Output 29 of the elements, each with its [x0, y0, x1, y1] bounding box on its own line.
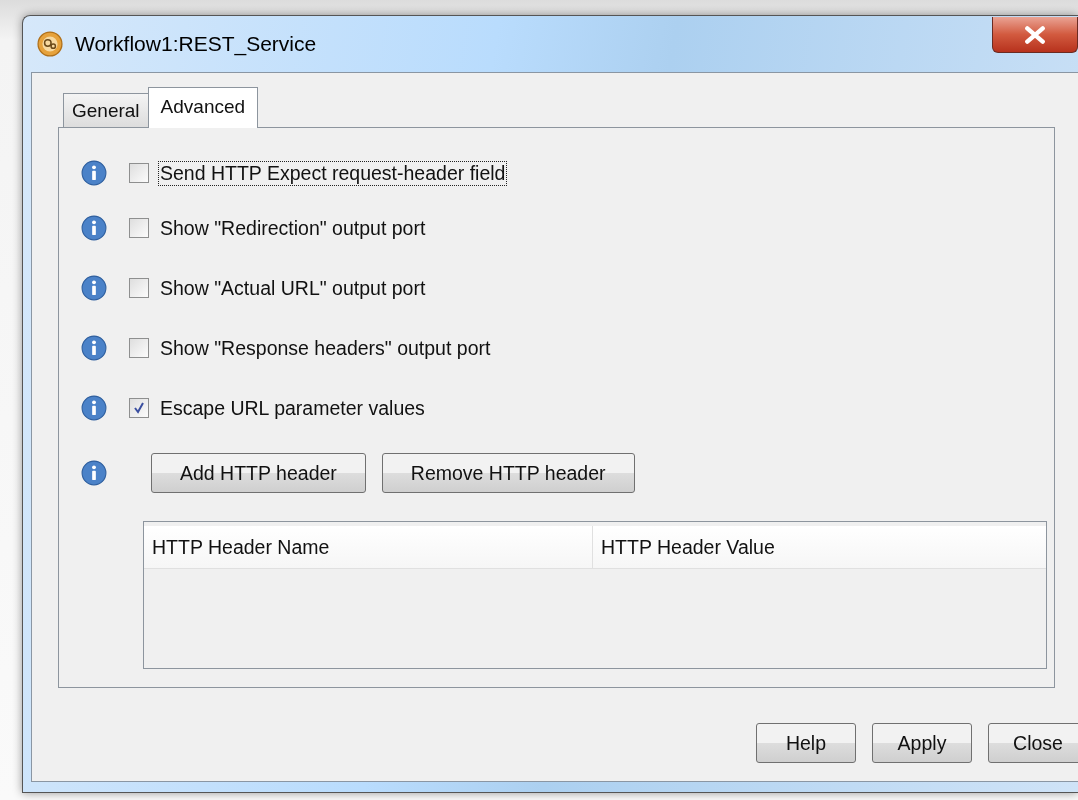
checkbox[interactable] [129, 398, 149, 418]
checkbox-label[interactable]: Show "Response headers" output port [158, 335, 493, 361]
checkmark-icon [131, 400, 147, 416]
checkbox[interactable] [129, 278, 149, 298]
tab[interactable]: General [63, 93, 149, 128]
info-icon[interactable] [81, 335, 107, 361]
info-icon[interactable] [81, 395, 107, 421]
dialog-button[interactable]: Close [988, 723, 1078, 763]
header-button[interactable]: Remove HTTP header [381, 453, 635, 493]
checkbox[interactable] [129, 218, 149, 238]
dialog-button[interactable]: Apply [872, 723, 972, 763]
checkbox-label[interactable]: Show "Actual URL" output port [158, 275, 428, 301]
checkbox-label[interactable]: Show "Redirection" output port [158, 215, 428, 241]
info-icon[interactable] [81, 460, 107, 486]
column-header[interactable]: HTTP Header Value [593, 526, 1046, 568]
header-button[interactable]: Add HTTP header [151, 453, 366, 493]
checkbox-label[interactable]: Send HTTP Expect request-header field [158, 160, 508, 186]
close-button[interactable] [992, 17, 1078, 53]
window-title: Workflow1:REST_Service [75, 32, 317, 56]
checkbox[interactable] [129, 163, 149, 183]
dialog-button[interactable]: Help [756, 723, 856, 763]
column-header[interactable]: HTTP Header Name [144, 526, 593, 568]
tab[interactable]: Advanced [147, 87, 259, 128]
checkbox-label[interactable]: Escape URL parameter values [158, 395, 427, 421]
info-icon[interactable] [81, 215, 107, 241]
info-icon[interactable] [81, 160, 107, 186]
close-icon [1024, 25, 1046, 44]
info-icon[interactable] [81, 275, 107, 301]
checkbox[interactable] [129, 338, 149, 358]
